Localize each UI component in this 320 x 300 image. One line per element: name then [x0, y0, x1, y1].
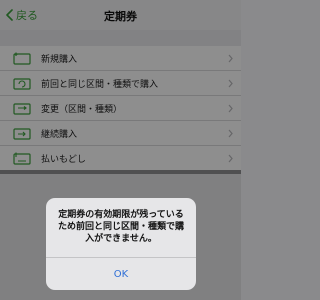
- alert-message: 定期券の有効期限が残っているため前回と同じ区間・種類で購入ができません。: [57, 210, 184, 244]
- ok-button[interactable]: OK: [46, 258, 196, 290]
- alert-dialog: 定期券の有効期限が残っているため前回と同じ区間・種類で購入ができません。 OK: [46, 198, 196, 290]
